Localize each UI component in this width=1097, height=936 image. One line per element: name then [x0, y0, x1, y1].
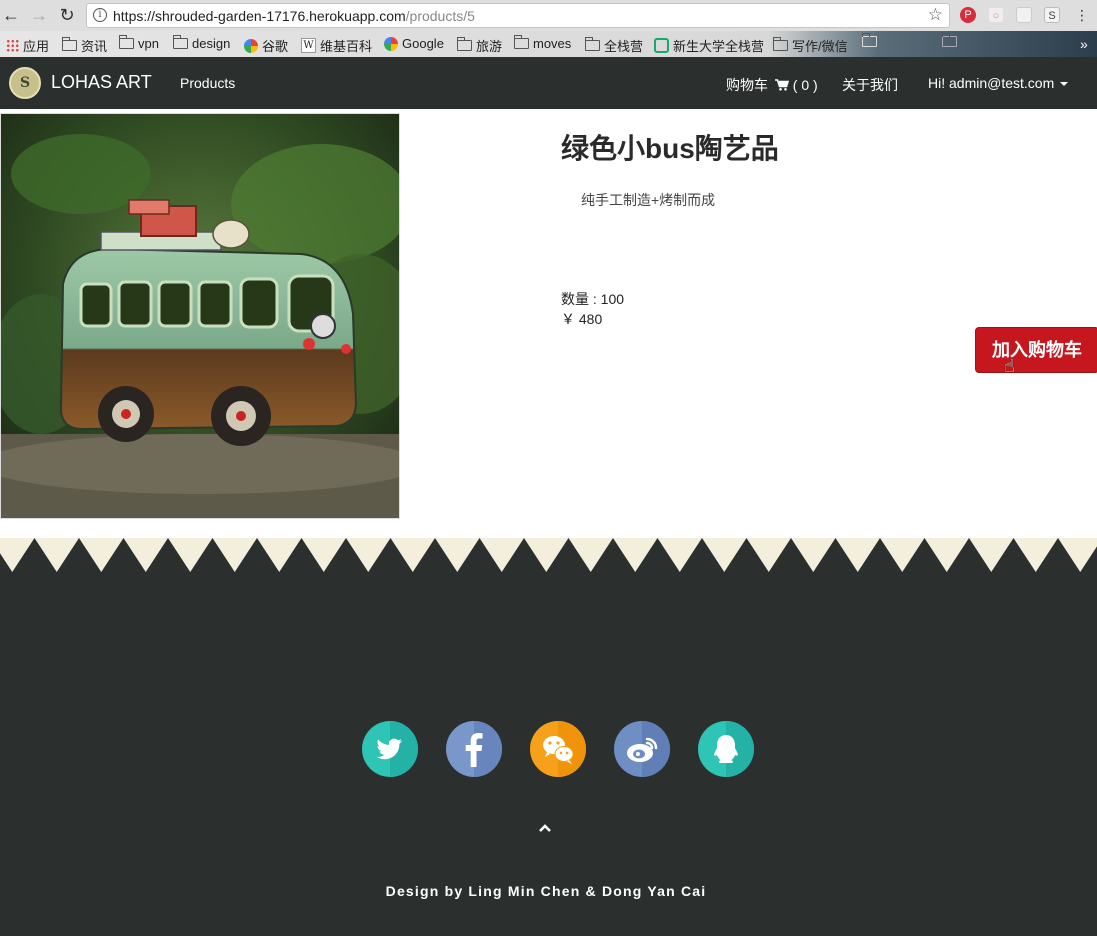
- forward-icon[interactable]: →: [28, 4, 50, 26]
- product-quantity: 数量 : 100: [561, 291, 625, 307]
- bookmark-apps[interactable]: 应用: [6, 36, 49, 55]
- brand-name[interactable]: LOHAS ART: [51, 72, 152, 93]
- footer-zigzag-divider: [0, 538, 1097, 574]
- more-bookmarks-icon[interactable]: »: [1080, 36, 1088, 52]
- product-description: 纯手工制造+烤制而成: [581, 192, 716, 208]
- s-extension-icon[interactable]: S: [1044, 7, 1060, 23]
- back-to-top-icon[interactable]: [538, 821, 552, 835]
- site-logo[interactable]: S: [9, 67, 41, 99]
- folder-icon: [861, 33, 877, 47]
- info-icon[interactable]: i: [93, 8, 107, 22]
- folder-icon: [772, 37, 788, 51]
- bookmark-xinsheng[interactable]: 新生大学全栈营: [654, 36, 764, 55]
- bookmark-wikipedia[interactable]: W 维基百科: [301, 36, 372, 55]
- qq-icon[interactable]: [698, 721, 754, 777]
- bookmark-news[interactable]: 资讯: [61, 36, 107, 55]
- pinterest-icon[interactable]: P: [960, 7, 976, 23]
- cart-label: 购物车: [726, 77, 768, 93]
- cart-count: ( 0 ): [792, 77, 818, 93]
- facebook-icon[interactable]: [446, 721, 502, 777]
- bookmark-travel[interactable]: 旅游: [456, 36, 502, 55]
- twitter-icon[interactable]: [362, 721, 418, 777]
- product-image: [0, 113, 400, 519]
- hand-cursor-icon: ☝: [1004, 356, 1015, 376]
- extension-icon[interactable]: [1016, 7, 1032, 23]
- menu-dots-icon[interactable]: ⋮: [1074, 7, 1090, 23]
- folder-icon: [941, 33, 957, 47]
- bookmark-folder[interactable]: [941, 33, 957, 47]
- folder-icon: [172, 35, 188, 49]
- user-greeting: Hi! admin@test.com: [928, 75, 1055, 91]
- url-text[interactable]: https://shrouded-garden-17176.herokuapp.…: [113, 8, 475, 24]
- apps-grid-icon: [6, 39, 19, 52]
- site-navbar: S LOHAS ART Products 购物车 ( 0 ) 关于我们 Hi! …: [0, 57, 1097, 109]
- extension-icon[interactable]: ○: [988, 7, 1004, 23]
- folder-icon: [456, 37, 472, 51]
- product-title: 绿色小bus陶艺品: [561, 133, 779, 164]
- caret-down-icon: [1060, 82, 1069, 87]
- nav-cart[interactable]: 购物车 ( 0 ): [726, 75, 818, 95]
- reload-icon[interactable]: ↻: [56, 4, 78, 26]
- bookmarks-bar: 应用 资讯 vpn design 谷歌 W 维基百科 Google 旅游 move…: [0, 31, 1097, 57]
- browser-toolbar: ← → ↻ i https://shrouded-garden-17176.he…: [0, 0, 1097, 31]
- footer-credit: Design by Ling Min Chen & Dong Yan Cai: [385, 883, 707, 899]
- nav-products[interactable]: Products: [180, 75, 235, 91]
- product-price: ￥ 480: [561, 311, 603, 327]
- folder-icon: [513, 35, 529, 49]
- site-footer: Design by Ling Min Chen & Dong Yan Cai: [0, 573, 1097, 936]
- add-to-cart-button[interactable]: 加入购物车: [975, 327, 1097, 373]
- user-menu[interactable]: Hi! admin@test.com: [928, 75, 1069, 91]
- bookmark-moves[interactable]: moves: [513, 35, 571, 51]
- bookmark-vpn[interactable]: vpn: [118, 35, 159, 51]
- xinsheng-icon: [654, 38, 669, 53]
- google-icon: [244, 38, 258, 53]
- nav-about[interactable]: 关于我们: [842, 75, 898, 95]
- google-icon: [384, 36, 398, 51]
- folder-icon: [118, 35, 134, 49]
- folder-icon: [584, 37, 600, 51]
- bookmark-fullstack[interactable]: 全栈营: [584, 36, 643, 55]
- bookmark-writing[interactable]: 写作/微信: [772, 36, 848, 55]
- address-bar[interactable]: i https://shrouded-garden-17176.herokuap…: [86, 3, 950, 28]
- wechat-icon[interactable]: [530, 721, 586, 777]
- bookmark-google[interactable]: Google: [384, 36, 444, 51]
- wikipedia-icon: W: [301, 38, 316, 53]
- back-icon[interactable]: ←: [0, 4, 22, 26]
- bookmark-google-cn[interactable]: 谷歌: [244, 36, 288, 55]
- shopping-cart-icon: [774, 79, 789, 91]
- bookmark-star-icon[interactable]: ☆: [928, 5, 943, 25]
- bookmark-folder[interactable]: [861, 33, 877, 47]
- weibo-icon[interactable]: [614, 721, 670, 777]
- bookmark-design[interactable]: design: [172, 35, 230, 51]
- folder-icon: [61, 37, 77, 51]
